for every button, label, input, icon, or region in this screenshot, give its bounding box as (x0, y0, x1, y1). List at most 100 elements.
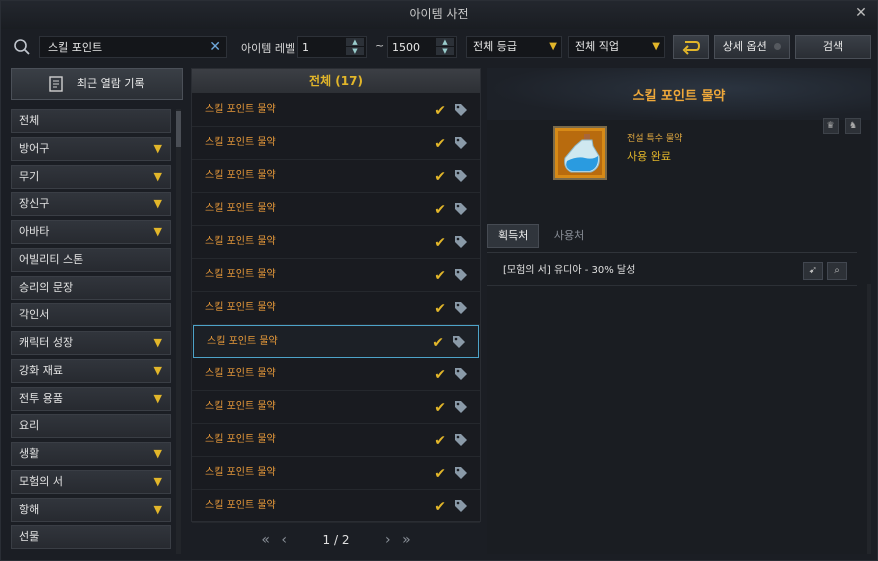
chevron-down-icon: ▼ (652, 41, 660, 52)
sidebar-category[interactable]: 전체 (11, 109, 171, 133)
category-scrollbar[interactable] (176, 109, 181, 554)
chevron-up-icon[interactable]: ▲ (436, 38, 454, 47)
sidebar-category[interactable]: 강화 재료 ▼ (11, 358, 171, 383)
list-item[interactable]: 스킬 포인트 물약 ✔ (192, 490, 480, 523)
grade-select[interactable]: 전체 등급 ▼ (466, 36, 562, 58)
sidebar-category[interactable]: 어빌리티 스톤 (11, 247, 171, 272)
prev-page-icon[interactable]: ‹ (281, 529, 287, 551)
sidebar-category[interactable]: 무기 ▼ (11, 164, 171, 189)
list-item[interactable]: 스킬 포인트 물약 ✔ (192, 94, 480, 127)
next-page-icon[interactable]: › (385, 529, 391, 551)
chevron-down-icon[interactable]: ▼ (436, 47, 454, 56)
sidebar-category[interactable]: 장신구 ▼ (11, 192, 171, 217)
price-tag-icon[interactable] (454, 202, 468, 216)
sidebar-category[interactable]: 캐릭터 성장 ▼ (11, 331, 171, 355)
sidebar-category-label: 방어구 (19, 141, 50, 155)
list-item[interactable]: 스킬 포인트 물약 ✔ (192, 226, 480, 259)
chevron-down-icon: ▼ (153, 169, 162, 183)
price-tag-icon[interactable] (454, 301, 468, 315)
reset-button[interactable] (673, 35, 709, 59)
list-item[interactable]: 스킬 포인트 물약 ✔ (192, 424, 480, 457)
list-item[interactable]: 스킬 포인트 물약 ✔ (192, 358, 480, 391)
sidebar-category[interactable]: 항해 ▼ (11, 497, 171, 522)
search-button[interactable]: 검색 (795, 35, 871, 59)
price-tag-icon[interactable] (454, 367, 468, 381)
sidebar-category-label: 무기 (19, 169, 40, 183)
price-tag-icon[interactable] (454, 235, 468, 249)
list-item[interactable]: 스킬 포인트 물약 ✔ (192, 292, 480, 325)
character-icon[interactable]: ♞ (845, 118, 861, 134)
detail-options-button[interactable]: 상세 옵션 (714, 35, 790, 59)
sidebar-category[interactable]: 모험의 서 ▼ (11, 469, 171, 494)
return-arrow-icon (682, 41, 701, 55)
price-tag-icon[interactable] (454, 103, 468, 117)
sidebar-category-label: 생활 (19, 447, 40, 460)
sidebar-category-label: 어빌리티 스톤 (19, 252, 84, 266)
level-min-spinner: ▲ ▼ (346, 38, 364, 56)
price-tag-icon[interactable] (454, 268, 468, 282)
tab-acquire[interactable]: 획득처 (487, 224, 540, 248)
sidebar-category[interactable]: 아바타 ▼ (11, 220, 171, 244)
sidebar-category[interactable]: 전투 용품 ▼ (11, 386, 171, 411)
list-item-label: 스킬 포인트 물약 (205, 434, 276, 445)
sidebar-category[interactable]: 선물 (11, 525, 171, 550)
price-tag-icon[interactable] (452, 335, 466, 349)
checkmark-icon: ✔ (434, 169, 446, 185)
checkmark-icon: ✔ (434, 499, 446, 515)
sidebar-category[interactable]: 각인서 (11, 303, 171, 328)
price-tag-icon[interactable] (454, 466, 468, 480)
window-title: 아이템 사전 (409, 7, 469, 21)
list-item[interactable]: 스킬 포인트 물약 ✔ (192, 127, 480, 160)
recent-history-label: 최근 열람 기록 (76, 77, 145, 90)
price-tag-icon[interactable] (454, 400, 468, 414)
price-tag-icon[interactable] (454, 136, 468, 150)
detail-header: 스킬 포인트 물약 (487, 68, 871, 120)
list-item-label: 스킬 포인트 물약 (205, 170, 276, 181)
sidebar-category-label: 아바타 (19, 225, 50, 238)
list-item[interactable]: 스킬 포인트 물약 ✔ (192, 160, 480, 193)
trophy-icon[interactable]: ♛ (822, 118, 839, 134)
detail-scrollbar[interactable] (867, 284, 871, 554)
list-item[interactable]: 스킬 포인트 물약 ✔ (192, 457, 480, 490)
first-page-icon[interactable]: « (261, 529, 270, 551)
class-select[interactable]: 전체 직업 ▼ (568, 36, 665, 58)
chevron-down-icon[interactable]: ▼ (346, 47, 364, 56)
close-icon[interactable]: ✕ (853, 5, 869, 21)
compass-icon[interactable]: ➹ (803, 262, 823, 280)
list-item-label: 스킬 포인트 물약 (205, 368, 276, 379)
level-max-input[interactable] (388, 37, 436, 57)
sidebar-category[interactable]: 생활 ▼ (11, 442, 171, 466)
item-list-panel: 전체 (17) 스킬 포인트 물약 ✔ 스킬 포인트 물약 ✔ 스킬 포인트 물약 ✔ 스킬… (191, 68, 481, 523)
search-input[interactable] (40, 37, 200, 57)
list-item[interactable]: 스킬 포인트 물약 ✔ (193, 325, 479, 358)
chevron-up-icon[interactable]: ▲ (346, 38, 364, 47)
list-item-label: 스킬 포인트 물약 (205, 500, 276, 511)
tab-usage[interactable]: 사용처 (543, 224, 595, 248)
list-item-label: 스킬 포인트 물약 (207, 336, 278, 347)
list-item-label: 스킬 포인트 물약 (205, 401, 276, 412)
scrollbar-thumb[interactable] (176, 111, 181, 147)
page-indicator: 1 / 2 (322, 533, 350, 547)
recent-history-button[interactable]: 최근 열람 기록 (11, 68, 183, 100)
item-detail-panel: 스킬 포인트 물약 ♛ ♞ 전설 특수 물약 사용 완료 획득처 사용처 [모험… (487, 68, 871, 554)
checkmark-icon: ✔ (434, 301, 446, 317)
sidebar-category[interactable]: 승리의 문장 (11, 275, 171, 300)
item-status: 사용 완료 (627, 150, 671, 163)
sidebar-category[interactable]: 요리 (11, 414, 171, 439)
price-tag-icon[interactable] (454, 499, 468, 513)
class-select-value: 전체 직업 (575, 40, 619, 53)
price-tag-icon[interactable] (454, 433, 468, 447)
clear-icon[interactable]: ✕ (209, 38, 221, 56)
chevron-down-icon: ▼ (549, 41, 557, 52)
search-icon[interactable]: ⌕ (827, 262, 847, 280)
checkmark-icon: ✔ (434, 268, 446, 284)
list-item[interactable]: 스킬 포인트 물약 ✔ (192, 391, 480, 424)
level-min-input[interactable] (298, 37, 346, 57)
chevron-down-icon: ▼ (153, 225, 162, 238)
last-page-icon[interactable]: » (402, 529, 411, 551)
list-item[interactable]: 스킬 포인트 물약 ✔ (192, 259, 480, 292)
price-tag-icon[interactable] (454, 169, 468, 183)
list-item[interactable]: 스킬 포인트 물약 ✔ (192, 193, 480, 226)
sidebar-category[interactable]: 방어구 ▼ (11, 136, 171, 161)
detail-options-label: 상세 옵션 (722, 40, 767, 53)
